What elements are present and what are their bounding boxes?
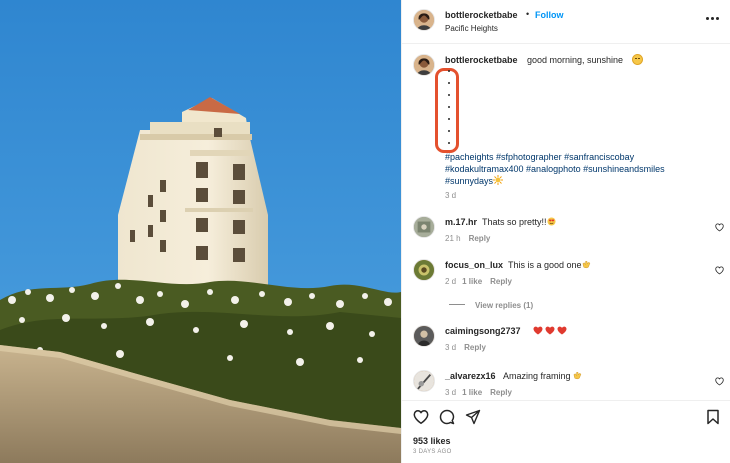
likes-count[interactable]: 953 likes — [413, 436, 451, 446]
comment-time: 21 h — [445, 234, 461, 243]
commenter-avatar[interactable] — [413, 370, 435, 392]
caption-timestamp: 3 d — [445, 191, 457, 200]
comment-text — [533, 326, 567, 336]
post-header: bottlerocketbabe • Follow Pacific Height… — [402, 0, 730, 44]
comment-icon[interactable] — [439, 409, 455, 425]
commenter-username[interactable]: _alvarezx16 — [445, 371, 496, 381]
comment-time: 3 d — [445, 343, 457, 352]
heart-icon[interactable] — [715, 223, 724, 232]
send-icon[interactable] — [465, 409, 481, 425]
post-actions-bar: 953 likes 3 DAYS AGO — [402, 400, 730, 463]
follow-button[interactable]: Follow — [535, 10, 564, 20]
view-replies-line — [449, 304, 465, 305]
reply-button[interactable]: Reply — [490, 277, 512, 286]
comment-likes[interactable]: 1 like — [462, 388, 482, 397]
commenter-username[interactable]: caimingsong2737 — [445, 326, 521, 336]
caption-text: good morning, sunshine — [527, 55, 624, 65]
comment-text: Amazing framing — [503, 371, 582, 381]
author-username[interactable]: bottlerocketbabe — [445, 10, 518, 20]
photo-illustration — [0, 0, 401, 463]
heart-icon[interactable] — [715, 377, 724, 386]
hashtags-line-2[interactable]: #kodakultramax400 #analogphoto #sunshine… — [445, 163, 725, 175]
separator-dot: • — [526, 9, 530, 19]
smiling-face-emoji-icon — [632, 54, 643, 65]
comment-meta: 21 h Reply — [445, 234, 490, 243]
comment-time: 2 d — [445, 277, 457, 286]
commenter-avatar[interactable] — [413, 325, 435, 347]
comment-item: m.17.hr Thats so pretty!! 21 h Reply — [402, 216, 730, 256]
comment-text: This is a good one — [508, 260, 591, 270]
reply-button[interactable]: Reply — [464, 343, 486, 352]
commenter-avatar[interactable] — [413, 259, 435, 281]
hashtag-sunnydays[interactable]: #sunnydays — [445, 176, 493, 186]
instagram-post: bottlerocketbabe • Follow Pacific Height… — [0, 0, 730, 463]
caption-hashtags: #pacheights #sfphotographer #sanfrancisc… — [445, 151, 725, 187]
heart-icon[interactable] — [413, 409, 429, 425]
post-details-panel: bottlerocketbabe • Follow Pacific Height… — [401, 0, 730, 463]
post-date: 3 DAYS AGO — [413, 449, 452, 455]
comment-text: Thats so pretty!! — [482, 217, 556, 227]
comment-meta: 2 d 1 like Reply — [445, 277, 512, 286]
commenter-username[interactable]: focus_on_lux — [445, 260, 503, 270]
sun-emoji-icon — [493, 175, 504, 185]
post-photo[interactable] — [0, 0, 401, 463]
author-avatar[interactable] — [413, 9, 435, 31]
comment-item: caimingsong2737 3 d Reply — [402, 325, 730, 365]
comment-meta: 3 d Reply — [445, 343, 486, 352]
reply-button[interactable]: Reply — [490, 388, 512, 397]
commenter-username[interactable]: m.17.hr — [445, 217, 477, 227]
comment-likes[interactable]: 1 like — [462, 277, 482, 286]
heart-icon[interactable] — [715, 266, 724, 275]
comment-meta: 3 d 1 like Reply — [445, 388, 512, 397]
clapping-hands-emoji-icon — [582, 261, 590, 269]
bookmark-icon[interactable] — [705, 409, 721, 425]
caption-author-avatar[interactable] — [413, 54, 435, 76]
comment-item: focus_on_lux This is a good one 2 d 1 lik… — [402, 259, 730, 299]
reply-button[interactable]: Reply — [469, 234, 491, 243]
comment-time: 3 d — [445, 388, 457, 397]
hashtags-line-1[interactable]: #pacheights #sfphotographer #sanfrancisc… — [445, 151, 725, 163]
hashtags-line-3: #sunnydays — [445, 175, 725, 187]
clapping-hands-emoji-icon — [573, 372, 582, 380]
location-link[interactable]: Pacific Heights — [445, 24, 498, 33]
view-replies-button[interactable]: View replies (1) — [449, 301, 533, 310]
heart-eyes-emoji-icon — [546, 217, 556, 226]
more-horizontal-icon[interactable] — [706, 16, 720, 22]
annotation-highlight-box — [435, 68, 459, 153]
caption-username[interactable]: bottlerocketbabe — [445, 55, 518, 65]
commenter-avatar[interactable] — [413, 216, 435, 238]
three-red-hearts-emoji-icon — [533, 326, 567, 335]
